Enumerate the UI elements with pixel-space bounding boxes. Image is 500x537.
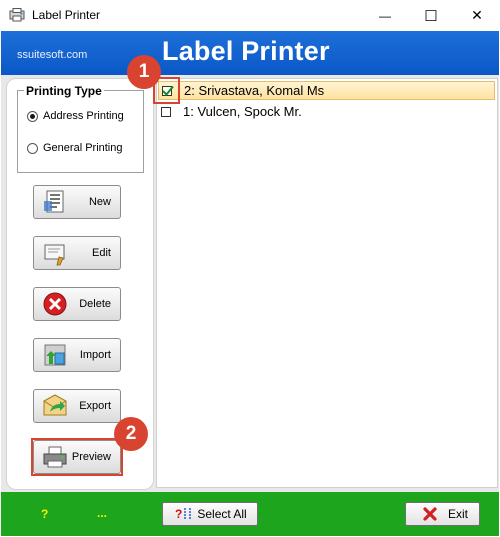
export-button-label: Export [79,400,111,412]
minimize-button[interactable]: — [362,0,408,31]
edit-button[interactable]: Edit [33,236,121,270]
help-indicator[interactable]: ? [41,507,48,521]
brand-text: ssuitesoft.com [17,49,88,61]
list-item-checkbox[interactable] [161,106,171,117]
select-all-button[interactable]: ? Select All [162,502,258,526]
maximize-icon: ☐ [424,7,438,25]
callout-badge-one: 1 [127,55,161,89]
more-indicator[interactable]: ... [97,506,107,520]
general-printing-radio[interactable] [27,142,38,154]
new-button[interactable]: New [33,185,121,219]
delete-button[interactable]: Delete [33,287,121,321]
general-printing-label: General Printing [43,142,123,154]
new-button-label: New [88,196,111,208]
exit-label: Exit [448,507,469,521]
label-list[interactable] [156,78,498,488]
import-button-label: Import [79,349,111,361]
preview-highlight [31,438,123,476]
address-printing-option[interactable]: Address Printing [27,110,124,122]
exit-button[interactable]: Exit [405,502,480,526]
address-printing-label: Address Printing [43,110,124,122]
select-all-label: Select All [197,507,247,521]
delete-icon [42,291,68,317]
close-window-button[interactable]: ✕ [454,0,500,31]
list-item-text: 1: Vulcen, Spock Mr. [183,104,302,119]
maximize-button[interactable]: ☐ [408,0,454,31]
list-item[interactable]: 2: Srivastava, Komal Ms [158,81,495,100]
printing-type-group [17,90,144,173]
address-printing-radio[interactable] [27,110,38,122]
list-item-text: 2: Srivastava, Komal Ms [184,83,325,98]
callout-badge-two: 2 [114,417,148,451]
exit-icon [422,506,438,522]
app-icon [9,8,25,22]
app-title: Label Printer [162,36,330,66]
printing-type-title: Printing Type [24,84,104,98]
select-all-icon: ? [175,507,193,521]
select-all-question-mark: ? [175,507,183,521]
edit-button-label: Edit [92,247,111,259]
export-icon [42,393,68,419]
import-icon [42,342,68,368]
general-printing-option[interactable]: General Printing [27,142,123,154]
new-document-icon [42,189,68,215]
window-title: Label Printer [32,8,101,22]
edit-icon [42,240,68,266]
close-icon: ✕ [471,7,483,23]
delete-button-label: Delete [79,298,111,310]
minimize-icon: — [379,8,391,23]
list-item[interactable]: 1: Vulcen, Spock Mr. [158,102,495,121]
import-button[interactable]: Import [33,338,121,372]
export-button[interactable]: Export [33,389,121,423]
